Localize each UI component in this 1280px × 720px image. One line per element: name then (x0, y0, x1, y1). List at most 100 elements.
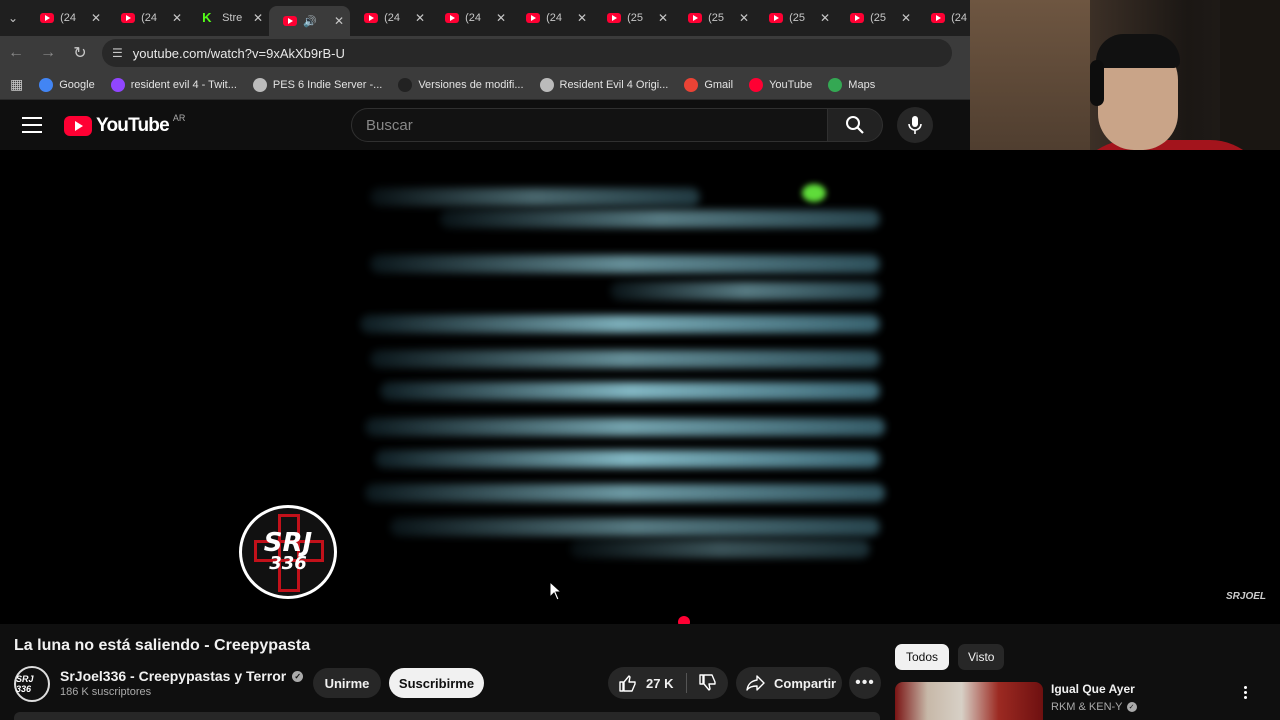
subscribe-button[interactable]: Suscribirme (389, 668, 484, 698)
youtube-play-icon (64, 116, 92, 136)
youtube-favicon-icon (364, 13, 379, 23)
search-placeholder: Buscar (366, 116, 413, 134)
browser-tab[interactable]: 🔊 ✕ (269, 6, 351, 36)
apps-grid-icon[interactable]: ▦ (10, 76, 23, 93)
bookmark-favicon-icon (749, 77, 764, 92)
bookmark-item[interactable]: Resident Evil 4 Origi... (539, 77, 669, 92)
bookmark-favicon-icon (39, 77, 54, 92)
bookmark-item[interactable]: YouTube (749, 77, 813, 92)
bookmark-item[interactable]: resident evil 4 - Twit... (110, 77, 237, 92)
youtube-favicon-icon (526, 13, 541, 23)
tab-title: (25 (870, 12, 886, 24)
tab-close-icon[interactable]: ✕ (91, 11, 101, 25)
bookmark-favicon-icon (539, 77, 554, 92)
chip-visto[interactable]: Visto (958, 644, 1005, 670)
watermark-number: 336 (269, 553, 307, 574)
tab-close-icon[interactable]: ✕ (415, 11, 425, 25)
progress-scrubber[interactable] (678, 616, 690, 624)
recommendation-title[interactable]: Igual Que Ayer (1051, 682, 1135, 696)
tab-close-icon[interactable]: ✕ (577, 11, 587, 25)
browser-tab[interactable]: (24 ✕ (431, 4, 512, 32)
youtube-favicon-icon (283, 16, 298, 26)
channel-avatar[interactable]: SRJ 336 (14, 666, 50, 702)
site-info-icon[interactable]: ☰ (112, 46, 123, 60)
tab-close-icon[interactable]: ✕ (820, 11, 830, 25)
bookmark-label: Versiones de modifi... (418, 78, 524, 91)
bookmark-item[interactable]: Versiones de modifi... (398, 77, 524, 92)
voice-search-button[interactable] (897, 107, 933, 143)
browser-tab[interactable]: (25 ✕ (674, 4, 755, 32)
recommendation-menu-icon[interactable] (1238, 682, 1252, 702)
search-input[interactable]: Buscar (351, 108, 828, 142)
bookmark-item[interactable]: Gmail (684, 77, 733, 92)
tab-close-icon[interactable]: ✕ (172, 11, 182, 25)
more-actions-icon[interactable]: ••• (849, 667, 881, 699)
browser-tab[interactable]: (24 ✕ (107, 4, 188, 32)
bookmark-item[interactable]: Google (39, 77, 95, 92)
share-button[interactable]: Compartir (736, 667, 842, 699)
channel-name: SrJoel336 - Creepypastas y Terror (60, 668, 287, 684)
channel-watermark-logo[interactable]: SRJ 336 (239, 505, 337, 599)
join-button[interactable]: Unirme (313, 668, 381, 698)
tab-close-icon[interactable]: ✕ (253, 11, 263, 25)
address-bar[interactable]: ☰ youtube.com/watch?v=9xAkXb9rB-U (102, 39, 952, 67)
youtube-favicon-icon (850, 13, 865, 23)
recommendation-thumbnail[interactable] (895, 682, 1043, 720)
tab-search-chevron-icon[interactable]: ⌄ (8, 8, 18, 28)
youtube-favicon-icon (769, 13, 784, 23)
bookmark-favicon-icon (828, 77, 843, 92)
dislike-button[interactable] (687, 667, 728, 699)
bookmark-item[interactable]: PES 6 Indie Server -... (252, 77, 383, 92)
tabs-container: (24 ✕ (24 ✕ K Stre ✕ 🔊 ✕ (24 ✕ (24 ✕ (24 ✕ (25 ✕ (25 ✕ (25 ✕… (26, 0, 998, 36)
chip-todos[interactable]: Todos (895, 644, 950, 670)
thumbs-up-icon (619, 675, 636, 692)
forward-arrow-icon[interactable]: → (32, 37, 64, 69)
url-text: youtube.com/watch?v=9xAkXb9rB-U (132, 45, 345, 61)
search-button[interactable] (827, 108, 883, 142)
back-arrow-icon[interactable]: ← (0, 37, 32, 69)
bookmark-label: PES 6 Indie Server -... (272, 78, 383, 91)
bookmark-label: resident evil 4 - Twit... (130, 78, 237, 91)
recommendation-channel-row[interactable]: RKM & KEN-Y ✓ (1051, 701, 1137, 713)
channel-name-link[interactable]: SrJoel336 - Creepypastas y Terror ✓ (60, 668, 304, 684)
tab-close-icon[interactable]: ✕ (334, 14, 344, 28)
youtube-favicon-icon (121, 13, 136, 23)
bookmark-label: Resident Evil 4 Origi... (559, 78, 669, 91)
tab-title: (24 (465, 12, 481, 24)
video-player[interactable]: SRJOEL SRJ 336 (0, 150, 1280, 624)
mouse-cursor-icon (549, 581, 563, 601)
reload-icon[interactable]: ↻ (64, 37, 96, 69)
browser-tab[interactable]: (25 ✕ (755, 4, 836, 32)
tab-close-icon[interactable]: ✕ (739, 11, 749, 25)
thumbs-down-icon (698, 674, 716, 691)
tab-close-icon[interactable]: ✕ (901, 11, 911, 25)
menu-icon[interactable] (22, 117, 42, 133)
bookmark-favicon-icon (398, 77, 413, 92)
bookmark-label: YouTube (769, 78, 813, 91)
green-light-spot (802, 184, 826, 202)
description-box[interactable] (14, 712, 880, 720)
browser-tab[interactable]: (24 ✕ (350, 4, 431, 32)
browser-tab[interactable]: (24 ✕ (512, 4, 593, 32)
like-dislike-group: 27 K (608, 667, 728, 699)
bookmark-item[interactable]: Maps (828, 77, 875, 92)
tab-title: Stre (222, 12, 243, 24)
tab-title: (24 (384, 12, 400, 24)
browser-tab[interactable]: (25 ✕ (836, 4, 917, 32)
watch-metadata: La luna no está saliendo - Creepypasta S… (0, 624, 1280, 720)
browser-tab[interactable]: (25 ✕ (593, 4, 674, 32)
youtube-logo[interactable]: YouTube AR (64, 113, 185, 137)
tab-title: (24 (60, 12, 76, 24)
browser-tab[interactable]: K Stre ✕ (188, 4, 269, 32)
share-label: Compartir (774, 675, 837, 691)
webcam-headphones (1090, 60, 1104, 106)
tab-title: (24 (141, 12, 157, 24)
audio-playing-icon[interactable]: 🔊 (303, 15, 317, 28)
video-frame[interactable]: SRJOEL (190, 150, 1280, 624)
verified-check-icon: ✓ (1126, 702, 1137, 712)
youtube-favicon-icon (931, 13, 946, 23)
browser-tab[interactable]: (24 ✕ (26, 4, 107, 32)
like-button[interactable]: 27 K (608, 667, 686, 699)
tab-close-icon[interactable]: ✕ (658, 11, 668, 25)
tab-close-icon[interactable]: ✕ (496, 11, 506, 25)
